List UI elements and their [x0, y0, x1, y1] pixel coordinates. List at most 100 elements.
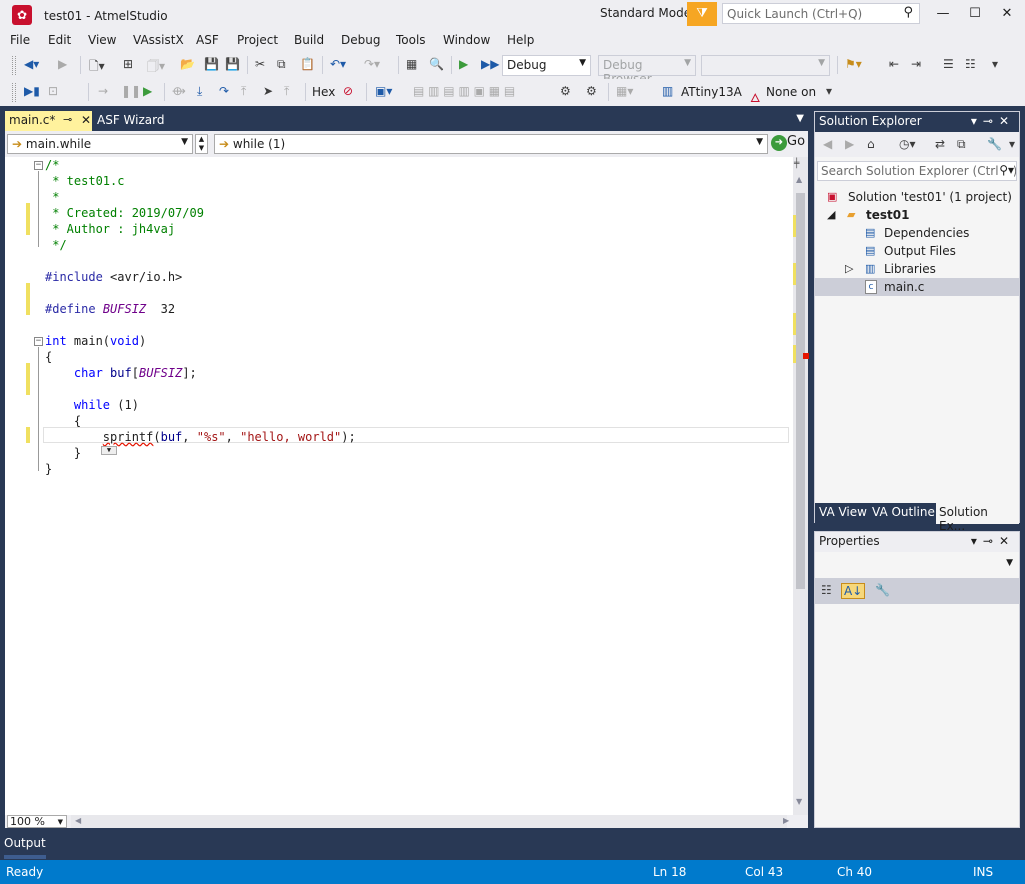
io-view-icon[interactable]: ⚙	[586, 84, 597, 98]
device-programming-icon[interactable]: ▦	[406, 57, 417, 71]
register-icon[interactable]: ▦▾	[616, 84, 633, 98]
start-debug-break-icon[interactable]: ▶▮	[24, 84, 40, 98]
break-all-icon[interactable]: ❚❚	[121, 84, 141, 98]
home-icon[interactable]: ⌂	[867, 137, 875, 151]
pin-icon[interactable]: ⊸	[983, 114, 999, 128]
scope-spinner[interactable]: ▲ ▼	[195, 134, 208, 154]
configuration-dropdown[interactable]: Debug ▼	[502, 55, 591, 76]
outdent-icon[interactable]: ⇥	[911, 57, 921, 71]
save-all-icon[interactable]: 💾	[225, 57, 240, 71]
start-without-debugging-icon[interactable]: ▶▶	[481, 57, 499, 71]
close-icon[interactable]: ✕	[999, 534, 1015, 548]
copy-icon[interactable]: ⧉	[277, 57, 286, 72]
reset-icon[interactable]: ⤒	[284, 84, 289, 99]
search-icon[interactable]: ⚲	[903, 5, 913, 20]
menu-view[interactable]: View	[88, 33, 116, 47]
symbol-dropdown[interactable]: ➔ while (1) ▼	[214, 134, 768, 154]
scope-dropdown[interactable]: ➔ main.while ▼	[7, 134, 193, 154]
toolbar-grip[interactable]	[12, 56, 16, 75]
collapsed-arrow-icon[interactable]: ▷	[845, 260, 853, 278]
chevron-down-icon[interactable]: ▾	[971, 114, 983, 128]
zoom-dropdown[interactable]: 100 % ▼	[7, 815, 67, 828]
toolbar-options-icon[interactable]: ▾	[826, 84, 832, 98]
pin-icon[interactable]: ⊸	[63, 113, 72, 126]
back-icon[interactable]: ◀	[823, 137, 832, 151]
cut-icon[interactable]: ✂	[255, 57, 265, 71]
device-label[interactable]: ATtiny13A	[681, 85, 742, 99]
maximize-button[interactable]: ☐	[961, 4, 989, 24]
tree-item-output-files[interactable]: ▤ Output Files	[815, 242, 1019, 260]
alphabetical-icon[interactable]: A↓	[841, 583, 866, 599]
add-item-icon[interactable]: ⊞	[123, 57, 133, 71]
attach-icon[interactable]: ⊡	[48, 84, 58, 98]
chevron-down-icon[interactable]: ▼	[796, 113, 804, 124]
tool-icon[interactable]: 🜂	[750, 84, 761, 109]
pin-icon[interactable]: ⊸	[983, 534, 999, 548]
menu-tools[interactable]: Tools	[396, 33, 426, 47]
chip-icon[interactable]: ▥	[662, 84, 673, 98]
forward-icon[interactable]: ▶	[58, 57, 67, 71]
tab-main-c[interactable]: main.c* ⊸ ✕	[5, 111, 92, 131]
processor-view-icon[interactable]: ⚙	[560, 84, 571, 98]
menu-file[interactable]: File	[10, 33, 30, 47]
undo-icon[interactable]: ↶▾	[330, 57, 346, 71]
platform-dropdown[interactable]: ▼	[701, 55, 830, 76]
continue-icon[interactable]: →	[98, 84, 108, 98]
run-icon[interactable]: ▶	[143, 84, 152, 98]
object-selector-dropdown[interactable]: ▼	[817, 554, 1017, 574]
minimize-button[interactable]: —	[929, 4, 957, 24]
search-icon[interactable]: ⚲▾	[999, 163, 1014, 177]
step-into-icon[interactable]: ⤓	[197, 84, 202, 99]
find-in-files-icon[interactable]: ⚑▾	[845, 57, 862, 71]
filter-icon[interactable]: ⧩	[687, 2, 717, 26]
scroll-right-icon[interactable]: ▶	[783, 816, 789, 825]
paste-icon[interactable]: 📋	[300, 57, 315, 71]
tab-va-outline[interactable]: VA Outline	[872, 505, 935, 519]
step-over-icon[interactable]: ↷	[219, 84, 229, 98]
cursor-icon[interactable]: ➤	[263, 84, 273, 98]
collapse-all-icon[interactable]: ⧉	[957, 137, 966, 152]
categorized-icon[interactable]: ☷	[821, 583, 832, 597]
toolbar-options-icon[interactable]: ▾	[992, 57, 998, 71]
error-marker[interactable]	[803, 353, 809, 359]
solution-search-input[interactable]: Search Solution Explorer (Ctrl+;) ⚲▾	[817, 161, 1017, 181]
properties-wrench-icon[interactable]: 🔧	[987, 137, 1002, 151]
menu-asf[interactable]: ASF	[196, 33, 219, 47]
memory-window-icon[interactable]: ▤ ▥ ▤ ▥ ▣ ▦ ▤	[413, 84, 515, 98]
collapse-icon[interactable]: −	[34, 161, 43, 170]
toolbar-options-icon[interactable]: ▾	[1009, 137, 1015, 151]
tree-item-dependencies[interactable]: ▤ Dependencies	[815, 224, 1019, 242]
smart-tag-icon[interactable]: ▼	[101, 446, 117, 455]
menu-window[interactable]: Window	[443, 33, 490, 47]
property-pages-icon[interactable]: 🔧	[875, 583, 890, 597]
save-icon[interactable]: 💾	[204, 57, 219, 71]
disable-breakpoints-icon[interactable]: ⊘	[343, 84, 353, 98]
tree-item-libraries[interactable]: ▷ ▥ Libraries	[815, 260, 1019, 278]
start-debugging-icon[interactable]: ▶	[459, 57, 468, 71]
quick-launch-input[interactable]: Quick Launch (Ctrl+Q) ⚲	[722, 3, 920, 24]
menu-build[interactable]: Build	[294, 33, 324, 47]
close-icon[interactable]: ✕	[81, 113, 91, 127]
close-window-button[interactable]: ✕	[993, 4, 1021, 24]
collapse-icon[interactable]: −	[34, 337, 43, 346]
history-icon[interactable]: ◷▾	[899, 137, 916, 151]
step-out-icon[interactable]: ⤒	[241, 84, 246, 99]
atmel-studio-logo-icon[interactable]: ✿	[12, 5, 32, 25]
debug-browser-dropdown[interactable]: Debug Browser▼	[598, 55, 696, 86]
chevron-down-icon[interactable]: ▾	[971, 534, 983, 548]
indent-icon[interactable]: ⇤	[889, 57, 899, 71]
tree-item-solution[interactable]: ▣ Solution 'test01' (1 project)	[815, 188, 1019, 206]
toolbar-grip[interactable]	[12, 83, 16, 102]
scroll-up-icon[interactable]: ▲	[796, 175, 802, 184]
open-folder-icon[interactable]: 📂	[180, 57, 195, 71]
expanded-arrow-icon[interactable]: ◢	[827, 206, 835, 224]
redo-icon[interactable]: ↷▾	[364, 57, 380, 71]
scroll-left-icon[interactable]: ◀	[75, 816, 81, 825]
tab-va-view[interactable]: VA View	[819, 505, 867, 519]
menu-debug[interactable]: Debug	[341, 33, 380, 47]
find-icon[interactable]: 🔍	[429, 57, 444, 71]
forward-icon[interactable]: ▶	[845, 137, 854, 151]
tab-solution-explorer[interactable]: Solution Ex...	[936, 503, 1019, 533]
scrollbar-thumb[interactable]	[796, 193, 805, 589]
back-icon[interactable]: ◀▾	[24, 57, 39, 71]
